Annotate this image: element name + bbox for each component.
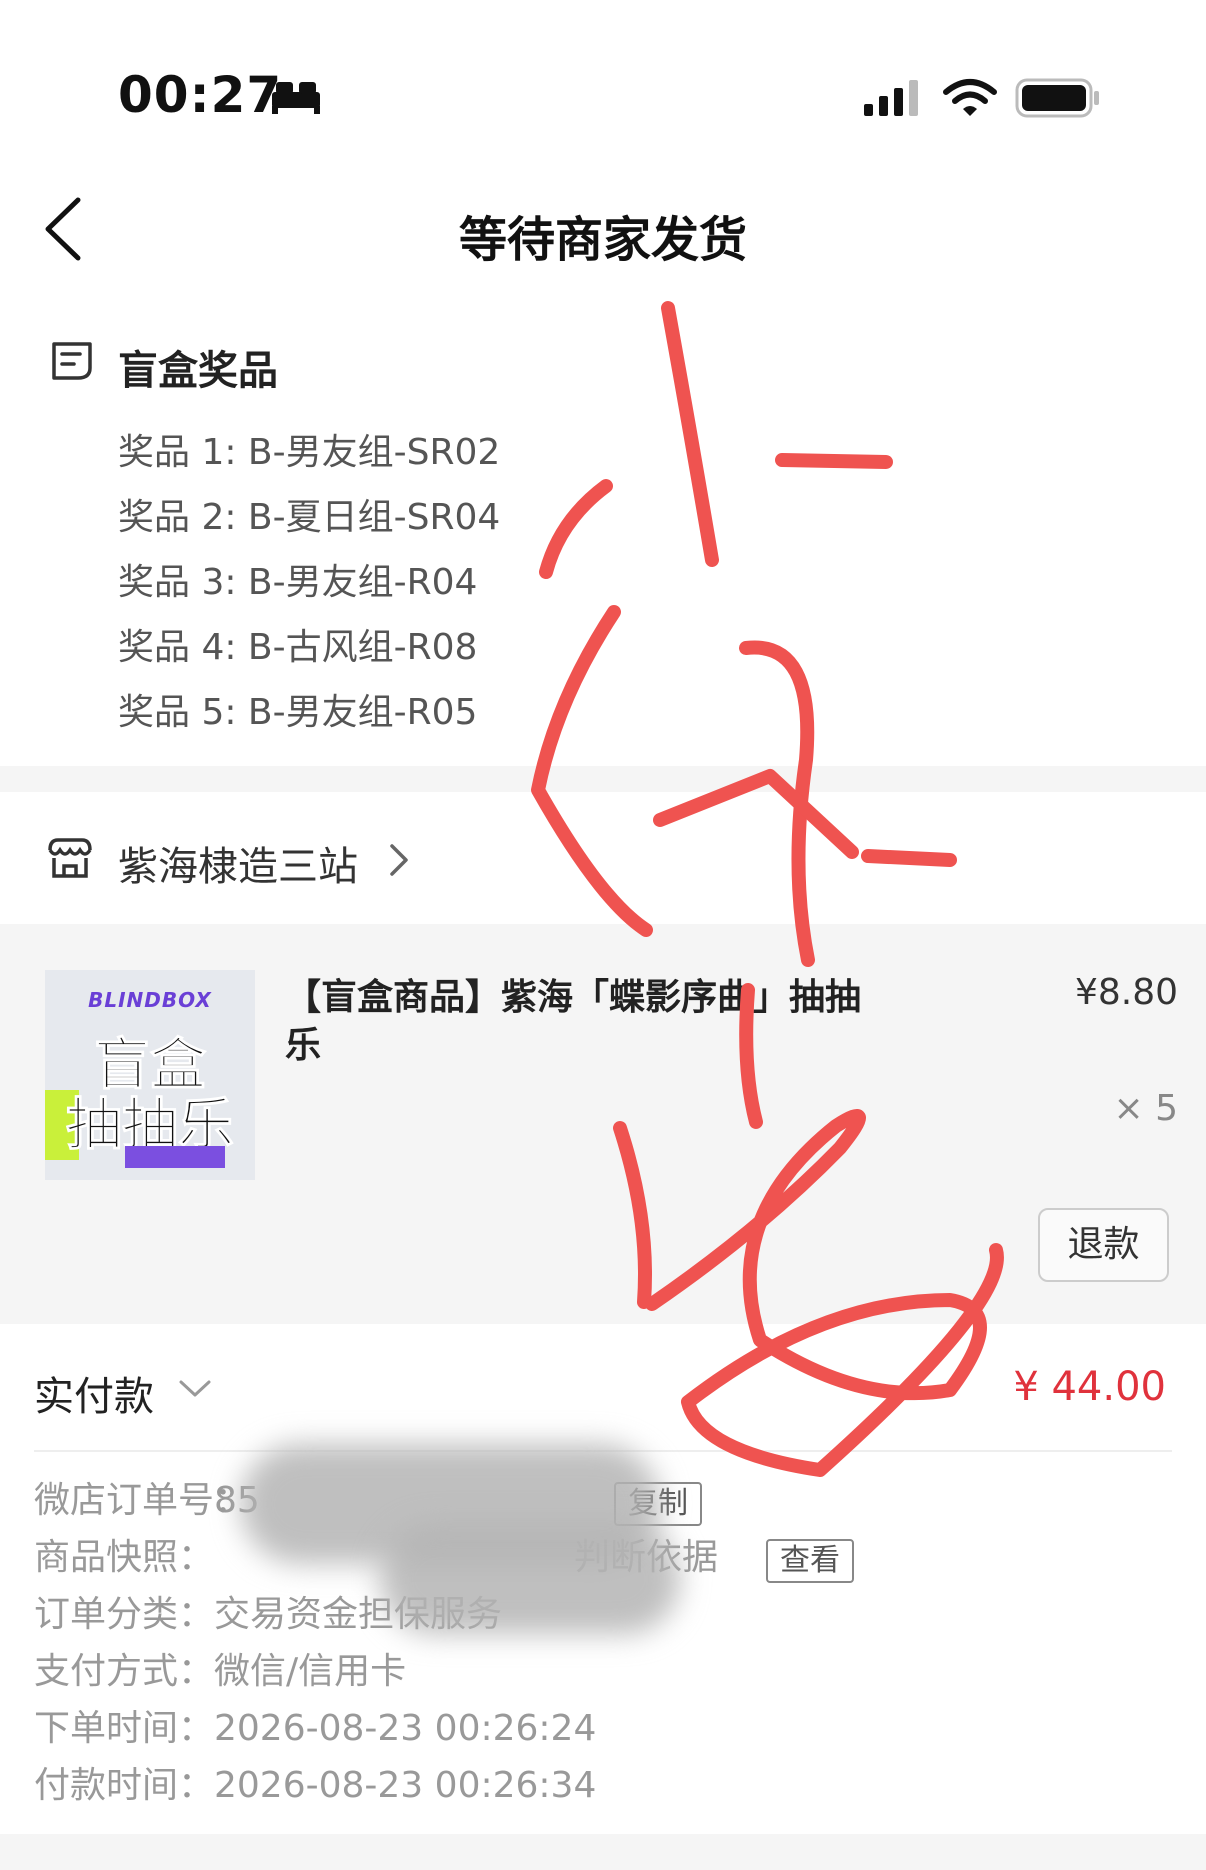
info-key: 微店订单号： xyxy=(34,1480,251,1521)
product-price: ¥8.80 xyxy=(1074,972,1178,1013)
prize-item: 奖品 5: B-男友组-R05 xyxy=(118,692,478,733)
prize-item: 奖品 3: B-男友组-R04 xyxy=(118,562,478,603)
cellular-signal-icon xyxy=(864,80,918,116)
prize-item: 奖品 4: B-古风组-R08 xyxy=(118,627,478,668)
chevron-right-icon xyxy=(390,844,408,876)
prize-section: 盲盒奖品 奖品 1: B-男友组-SR02 奖品 2: B-夏日组-SR04 奖… xyxy=(0,320,1206,766)
payment-method-row: 支付方式：微信/信用卡 xyxy=(34,1643,596,1700)
privacy-blur xyxy=(380,1524,680,1634)
nav-bar: 等待商家发货 xyxy=(0,180,1206,280)
pixel-glasses-icon xyxy=(125,1146,225,1168)
info-key: 下单时间： xyxy=(34,1708,215,1749)
info-value: 微信/信用卡 xyxy=(214,1651,407,1692)
product-title[interactable]: 【盲盒商品】紫海「蝶影序曲」抽抽乐 xyxy=(285,974,875,1070)
shop-icon xyxy=(48,838,92,878)
info-key: 支付方式： xyxy=(34,1651,215,1692)
shop-name: 紫海棣造三站 xyxy=(118,844,358,890)
page-title: 等待商家发货 xyxy=(458,212,747,268)
wifi-icon xyxy=(943,79,997,116)
section-divider xyxy=(0,766,1206,792)
bottom-divider xyxy=(0,1834,1206,1870)
chevron-down-icon[interactable] xyxy=(178,1378,212,1400)
product-thumbnail[interactable]: BLINDBOX 盲盒 抽抽乐 xyxy=(45,970,255,1180)
sleep-focus-icon xyxy=(272,82,320,114)
product-card[interactable]: BLINDBOX 盲盒 抽抽乐 【盲盒商品】紫海「蝶影序曲」抽抽乐 ¥8.80 … xyxy=(0,924,1206,1324)
product-quantity: × 5 xyxy=(1113,1088,1178,1129)
prize-note-icon xyxy=(52,342,92,380)
info-value: 2026-08-23 00:26:34 xyxy=(214,1765,597,1806)
shop-row[interactable]: 紫海棣造三站 xyxy=(0,792,1206,924)
order-time-row: 下单时间：2026-08-23 00:26:24 xyxy=(34,1700,596,1757)
pay-time-row: 付款时间：2026-08-23 00:26:34 xyxy=(34,1757,596,1814)
prize-item: 奖品 1: B-男友组-SR02 xyxy=(118,432,501,473)
prize-item: 奖品 2: B-夏日组-SR04 xyxy=(118,497,501,538)
paid-label: 实付款 xyxy=(34,1374,154,1420)
battery-icon xyxy=(1015,78,1099,118)
info-key: 订单分类： xyxy=(34,1594,215,1635)
prize-heading: 盲盒奖品 xyxy=(118,348,278,394)
payment-section: 实付款 ¥ 44.00 微店订单号：85 复制 商品快照：判断依据 查看 订单分… xyxy=(0,1324,1206,1834)
info-key: 付款时间： xyxy=(34,1765,215,1806)
status-bar: 00:27 xyxy=(0,0,1206,150)
info-key: 商品快照： xyxy=(34,1537,215,1578)
info-value: 2026-08-23 00:26:24 xyxy=(214,1708,597,1749)
refund-button[interactable]: 退款 xyxy=(1038,1208,1169,1282)
prize-list: 奖品 1: B-男友组-SR02 奖品 2: B-夏日组-SR04 奖品 3: … xyxy=(118,420,500,745)
view-snapshot-button[interactable]: 查看 xyxy=(766,1539,854,1583)
thumb-tag: BLINDBOX xyxy=(88,988,212,1012)
paid-amount: ¥ 44.00 xyxy=(1013,1364,1166,1410)
status-time: 00:27 xyxy=(118,66,283,124)
